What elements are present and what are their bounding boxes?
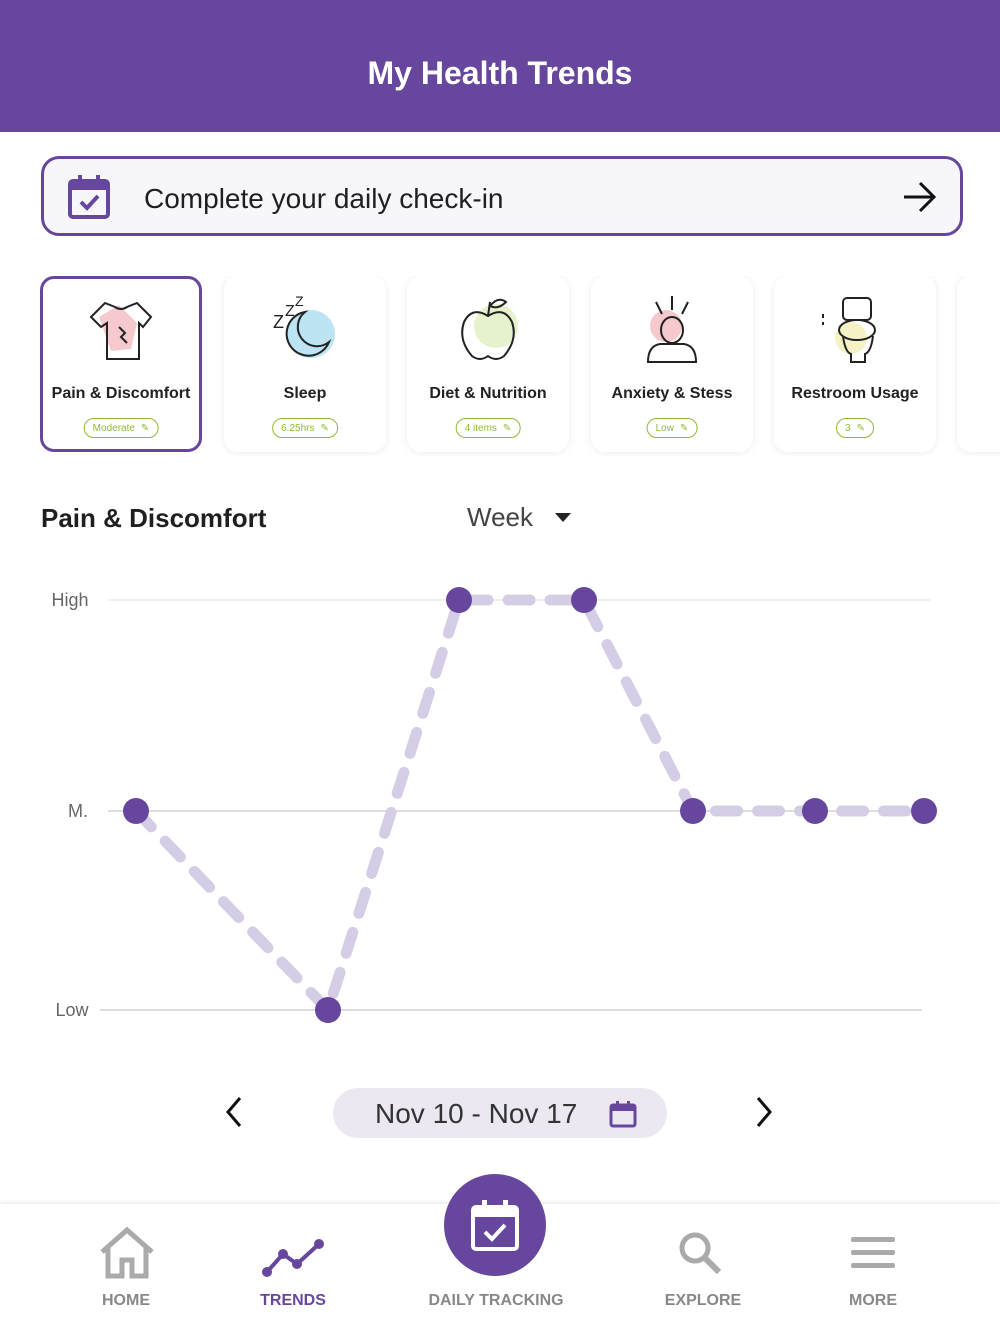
tab-label: TRENDS	[260, 1292, 326, 1309]
edit-pencil-icon: ✎	[502, 422, 512, 434]
card-sleep[interactable]: Z Z Z Sleep 6.25hrs ✎	[224, 276, 386, 452]
card-pain-discomfort[interactable]: Pain & Discomfort Moderate ✎	[40, 276, 202, 452]
data-point[interactable]	[911, 798, 937, 824]
moon-zzz-icon: Z Z Z	[273, 293, 335, 358]
card-value-pill[interactable]: 6.25hrs ✎	[272, 418, 338, 438]
card-diet-nutrition[interactable]: Diet & Nutrition 4 items ✎	[407, 276, 569, 452]
pain-trend-chart: High M. Low	[51, 587, 937, 1023]
card-value: Moderate	[92, 422, 135, 434]
card-title: Restroom Usage	[791, 385, 919, 402]
category-cards: Pain & Discomfort Moderate ✎ Z Z Z Sleep…	[0, 276, 1000, 456]
tab-label: HOME	[102, 1292, 150, 1309]
data-point[interactable]	[446, 587, 472, 613]
data-point[interactable]	[315, 997, 341, 1023]
card-value-pill[interactable]: Moderate ✎	[83, 418, 159, 438]
caret-down-icon	[555, 512, 571, 522]
date-range-pill[interactable]: Nov 10 - Nov 17	[333, 1088, 667, 1138]
date-range-text: Nov 10 - Nov 17	[375, 1098, 578, 1129]
card-value-pill[interactable]: 4 items ✎	[455, 418, 521, 438]
toilet-icon	[822, 297, 876, 363]
edit-pencil-icon: ✎	[856, 422, 865, 434]
y-axis-label: M.	[68, 801, 88, 821]
page-title: My Health Trends	[367, 54, 633, 91]
card-value: 6.25hrs	[281, 422, 315, 434]
calendar-check-icon	[68, 175, 110, 219]
stressed-face-icon	[646, 296, 698, 363]
tab-label: MORE	[849, 1292, 897, 1309]
checkin-label: Complete your daily check-in	[144, 183, 504, 214]
date-pager: Nov 10 - Nov 17	[0, 1086, 1000, 1140]
card-value-pill[interactable]: 3 ✎	[836, 418, 874, 438]
data-point[interactable]	[123, 798, 149, 824]
search-icon	[679, 1232, 722, 1275]
data-point[interactable]	[802, 798, 828, 824]
card-value: 4 items	[464, 422, 497, 434]
calendar-icon	[609, 1101, 637, 1128]
card-title: Diet & Nutrition	[429, 385, 547, 402]
y-axis-label: High	[51, 590, 88, 610]
card-value: Low	[655, 422, 674, 434]
card-title: Anxiety & Stess	[611, 385, 733, 402]
edit-pencil-icon: ✎	[140, 422, 150, 434]
card-anxiety-stress[interactable]: Anxiety & Stess Low ✎	[591, 276, 753, 452]
data-point[interactable]	[680, 798, 706, 824]
chevron-right-icon[interactable]	[752, 1094, 776, 1130]
tab-explore[interactable]: EXPLORE	[623, 1204, 783, 1334]
daily-tracking-fab[interactable]	[444, 1174, 546, 1276]
chart-section-title: Pain & Discomfort	[41, 503, 267, 533]
card-title: Pain & Discomfort	[51, 385, 191, 402]
calendar-check-icon	[471, 1200, 519, 1251]
card-partial-next[interactable]	[957, 276, 1000, 452]
app-header: My Health Trends	[0, 0, 1000, 132]
trends-icon	[262, 1239, 324, 1277]
tab-trends[interactable]: TRENDS	[213, 1204, 373, 1334]
menu-icon	[851, 1237, 895, 1268]
arrow-right-icon[interactable]	[902, 179, 938, 215]
apple-icon	[461, 298, 518, 360]
svg-text:Z: Z	[273, 312, 284, 332]
tab-home[interactable]: HOME	[46, 1204, 206, 1334]
y-axis-label: Low	[55, 1000, 89, 1020]
svg-text:Z: Z	[285, 303, 295, 320]
edit-pencil-icon: ✎	[320, 422, 329, 434]
svg-text:Z: Z	[295, 293, 304, 309]
period-dropdown[interactable]: Week	[467, 502, 571, 533]
edit-pencil-icon: ✎	[679, 422, 689, 434]
home-icon	[100, 1226, 154, 1279]
card-value-pill[interactable]: Low ✎	[646, 418, 698, 438]
period-value: Week	[467, 502, 533, 532]
card-title: Sleep	[283, 385, 327, 402]
daily-checkin-banner[interactable]: Complete your daily check-in	[41, 156, 963, 236]
chevron-left-icon[interactable]	[222, 1094, 246, 1130]
card-restroom-usage[interactable]: Restroom Usage 3 ✎	[774, 276, 936, 452]
data-point[interactable]	[571, 587, 597, 613]
card-value: 3	[845, 422, 851, 434]
tab-more[interactable]: MORE	[793, 1204, 953, 1334]
shirt-pain-icon	[89, 301, 153, 360]
tab-label: DAILY TRACKING	[428, 1292, 564, 1309]
tab-label: EXPLORE	[664, 1292, 742, 1309]
